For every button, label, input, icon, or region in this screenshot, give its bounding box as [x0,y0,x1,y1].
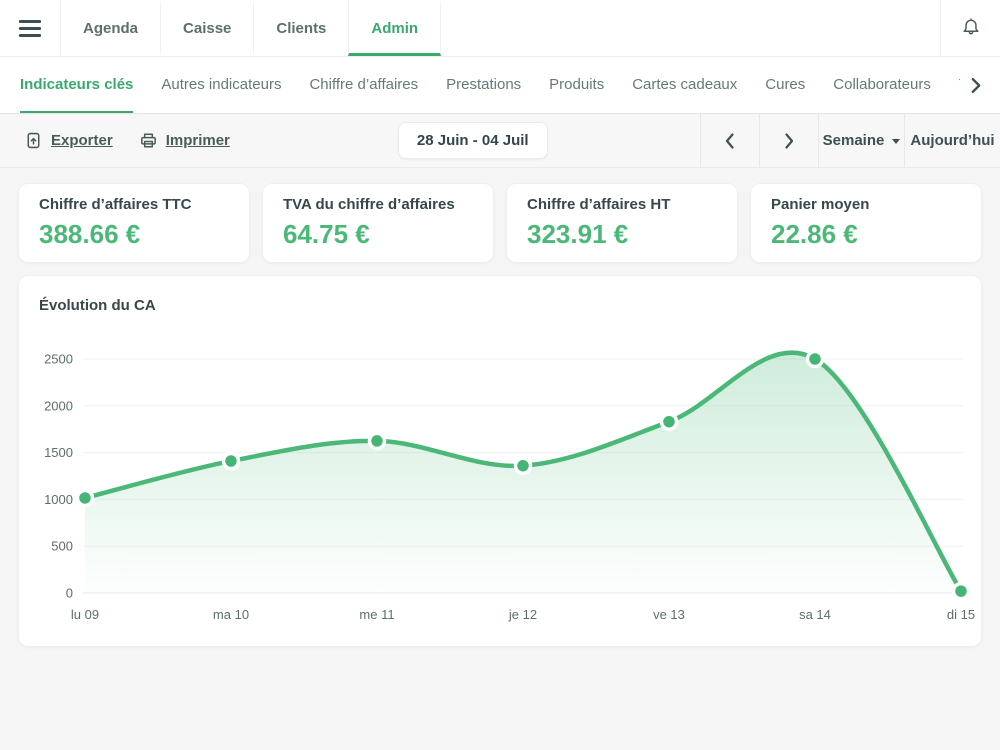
subnav-item-prestations[interactable]: Prestations [446,57,521,113]
kpi-label: TVA du chiffre d’affaires [283,196,473,214]
ca-evolution-line-chart: 0 500 1000 1500 2000 2500 lu 09 ma 10 me 11 je 12… [19,316,981,647]
period-select-dropdown[interactable]: Semaine [818,114,904,167]
topbar-spacer [441,0,940,56]
kpi-label: Chiffre d’affaires HT [527,196,717,214]
kpi-label: Panier moyen [771,196,961,214]
kpi-card-ca-ht: Chiffre d’affaires HT 323.91 € [506,183,738,263]
hamburger-menu-icon[interactable] [0,0,60,56]
kpi-value: 388.66 € [39,219,229,249]
previous-period-button[interactable] [700,114,759,167]
svg-text:ve 13: ve 13 [653,607,685,622]
caret-down-icon [892,139,900,144]
tab-agenda[interactable]: Agenda [60,0,160,56]
subnav-item-autres-indicateurs[interactable]: Autres indicateurs [161,57,281,113]
kpi-card-tva: TVA du chiffre d’affaires 64.75 € [262,183,494,263]
toolbar-right-controls: Semaine Aujourd’hui [700,114,1000,167]
report-toolbar: Exporter Imprimer 28 Juin - 04 Juil Sema… [0,114,1000,168]
admin-subnav: Indicateurs clés Autres indicateurs Chif… [0,57,1000,114]
svg-text:sa 14: sa 14 [799,607,831,622]
print-button[interactable]: Imprimer [139,114,230,167]
kpi-value: 22.86 € [771,219,961,249]
tab-admin[interactable]: Admin [348,0,441,56]
subnav-item-produits[interactable]: Produits [549,57,604,113]
subnav-scroll-right-button[interactable] [960,57,988,113]
date-range-button[interactable]: 28 Juin - 04 Juil [398,122,548,159]
kpi-row: Chiffre d’affaires TTC 388.66 € TVA du c… [18,183,982,263]
svg-text:1000: 1000 [44,492,73,507]
kpi-card-ca-ttc: Chiffre d’affaires TTC 388.66 € [18,183,250,263]
svg-text:ma 10: ma 10 [213,607,249,622]
chevron-right-icon [970,77,982,94]
export-file-icon [24,131,43,150]
subnav-list: Indicateurs clés Autres indicateurs Chif… [20,57,960,113]
notifications-button[interactable] [940,0,1000,56]
next-period-button[interactable] [759,114,818,167]
svg-text:lu 09: lu 09 [71,607,99,622]
subnav-item-cartes-cadeaux[interactable]: Cartes cadeaux [632,57,737,113]
svg-text:500: 500 [51,539,73,554]
dashboard-content: Chiffre d’affaires TTC 388.66 € TVA du c… [0,168,1000,647]
printer-icon [139,131,158,150]
kpi-value: 64.75 € [283,219,473,249]
export-label: Exporter [51,132,113,149]
export-button[interactable]: Exporter [24,114,113,167]
top-bar: Agenda Caisse Clients Admin [0,0,1000,57]
today-button[interactable]: Aujourd’hui [904,114,1000,167]
period-select-value: Semaine [823,132,885,149]
tab-caisse[interactable]: Caisse [160,0,253,56]
svg-text:2000: 2000 [44,398,73,413]
svg-text:1500: 1500 [44,445,73,460]
svg-text:me 11: me 11 [359,607,394,622]
svg-text:di 15: di 15 [947,607,975,622]
kpi-card-panier-moyen: Panier moyen 22.86 € [750,183,982,263]
ca-evolution-chart-card: Évolution du CA 0 500 1000 1500 2000 2500 lu 0… [18,275,982,647]
svg-text:2500: 2500 [44,352,73,367]
kpi-value: 323.91 € [527,219,717,249]
chevron-left-icon [724,132,736,150]
chart-title: Évolution du CA [39,297,156,314]
subnav-item-cures[interactable]: Cures [765,57,805,113]
subnav-item-indicateurs-cles[interactable]: Indicateurs clés [20,57,133,113]
svg-text:je 12: je 12 [508,607,537,622]
subnav-item-collaborateurs[interactable]: Collaborateurs [833,57,931,113]
bell-icon [960,17,982,39]
print-label: Imprimer [166,132,230,149]
kpi-label: Chiffre d’affaires TTC [39,196,229,214]
chevron-right-icon [783,132,795,150]
svg-text:0: 0 [66,586,73,601]
subnav-item-chiffre-daffaires[interactable]: Chiffre d’affaires [309,57,418,113]
tab-clients[interactable]: Clients [253,0,348,56]
